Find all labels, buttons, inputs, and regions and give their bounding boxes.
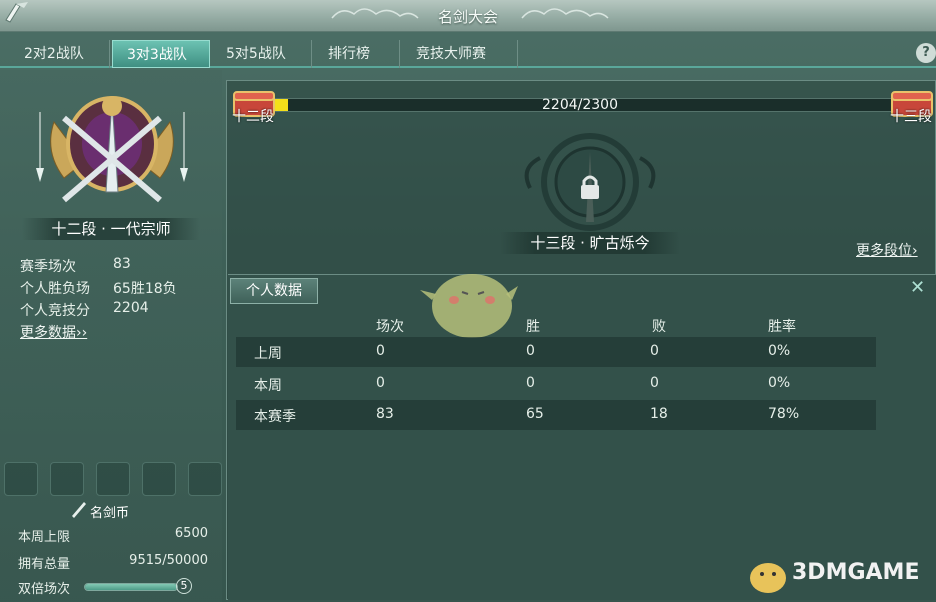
table-row: 本赛季 83 65 18 78%: [236, 400, 876, 430]
tab-3v3[interactable]: 3对3战队: [112, 40, 210, 68]
row-matches: 0: [376, 375, 385, 391]
double-matches-bar: [84, 583, 178, 591]
row-matches: 83: [376, 406, 394, 422]
more-rank-label: 更多段位: [856, 243, 912, 259]
faded-icon-strip: [0, 462, 222, 498]
stat-label: 个人胜负场: [20, 281, 90, 297]
coin-row-total: 拥有总量 9515/50000: [18, 553, 208, 572]
coin-label: 拥有总量: [18, 557, 71, 572]
row-losses: 0: [650, 343, 659, 359]
personal-data-panel: [228, 274, 936, 600]
stat-value: 83: [113, 256, 131, 272]
row-losses: 18: [650, 406, 668, 422]
sword-coin-icon: [72, 502, 86, 518]
row-period: 上周: [254, 346, 282, 362]
chevron-right-icon: ›: [912, 243, 918, 259]
lock-icon: [581, 175, 599, 199]
table-header-matches: 场次: [376, 319, 404, 335]
tab-personal-data[interactable]: 个人数据: [230, 278, 318, 304]
double-matches-fill: [85, 584, 177, 590]
table-row: 上周 0 0 0 0%: [236, 337, 876, 367]
coin-value: 6500: [174, 526, 208, 541]
coin-value: 9515/50000: [129, 553, 208, 568]
coin-row-weekly-cap: 本周上限 6500: [18, 526, 208, 545]
skill-icon: [188, 462, 222, 496]
stat-label: 赛季场次: [20, 259, 76, 275]
skill-icon: [96, 462, 130, 496]
stat-value: 65胜18负: [113, 281, 177, 297]
chest-right-label: 十三段: [890, 109, 932, 125]
rank-emblem-icon: [36, 96, 188, 203]
more-data-link[interactable]: 更多数据››: [20, 322, 87, 342]
stat-label: 个人竞技分: [20, 303, 90, 319]
row-wins: 65: [526, 406, 544, 422]
table-row: 本周 0 0 0 0%: [236, 369, 876, 399]
help-icon[interactable]: ?: [916, 43, 936, 63]
more-data-label: 更多数据: [20, 325, 76, 341]
watermark-text: 3DMGAME: [792, 560, 920, 585]
skill-icon: [4, 462, 38, 496]
row-period: 本赛季: [254, 409, 296, 425]
close-icon[interactable]: ✕: [910, 277, 925, 298]
coin-row-double: 双倍场次: [18, 578, 70, 597]
mascot-icon: [420, 274, 518, 338]
coin-label: 本周上限: [18, 530, 71, 545]
rank-progress-text: 2204/2300: [542, 97, 618, 113]
coin-label: 双倍场次: [18, 582, 71, 597]
table-header-wins: 胜: [526, 319, 540, 335]
stat-row-win-loss: 个人胜负场 65胜18负: [20, 278, 177, 298]
tab-leaderboard[interactable]: 排行榜: [314, 40, 400, 68]
table-header-losses: 败: [652, 319, 666, 335]
more-rank-link[interactable]: 更多段位›: [856, 240, 918, 260]
stat-row-score: 个人竞技分 2204: [20, 300, 149, 320]
row-rate: 78%: [768, 406, 800, 422]
tab-2v2[interactable]: 2对2战队: [10, 40, 110, 68]
skill-icon: [142, 462, 176, 496]
row-losses: 0: [650, 375, 659, 391]
stat-row-season-matches: 赛季场次 83: [20, 256, 131, 276]
row-wins: 0: [526, 343, 535, 359]
row-rate: 0%: [768, 343, 791, 359]
table-header-win-rate: 胜率: [768, 319, 796, 335]
tab-5v5[interactable]: 5对5战队: [212, 40, 312, 68]
row-rate: 0%: [768, 375, 791, 391]
title-bar: 名剑大会: [0, 0, 936, 32]
current-rank-name: 十二段 · 一代宗师: [22, 218, 200, 240]
row-matches: 0: [376, 343, 385, 359]
watermark-mascot-icon: [750, 563, 786, 593]
next-rank-name: 十三段 · 旷古烁今: [500, 232, 680, 254]
chest-left-label: 十二段: [232, 109, 274, 125]
double-chevron-right-icon: ››: [76, 325, 88, 341]
double-count-badge: 5: [176, 578, 192, 594]
row-period: 本周: [254, 378, 282, 394]
game-window: 名剑大会 2对2战队 3对3战队 5对5战队 排行榜 竞技大师赛 ? 十二段 ·…: [0, 0, 936, 602]
skill-icon: [50, 462, 84, 496]
coin-title: 名剑币: [90, 506, 130, 521]
stat-value: 2204: [113, 300, 149, 316]
row-wins: 0: [526, 375, 535, 391]
tab-master-tournament[interactable]: 竞技大师赛: [402, 40, 518, 68]
window-title: 名剑大会: [437, 8, 498, 26]
tab-bar: 2对2战队 3对3战队 5对5战队 排行榜 竞技大师赛: [0, 40, 936, 68]
